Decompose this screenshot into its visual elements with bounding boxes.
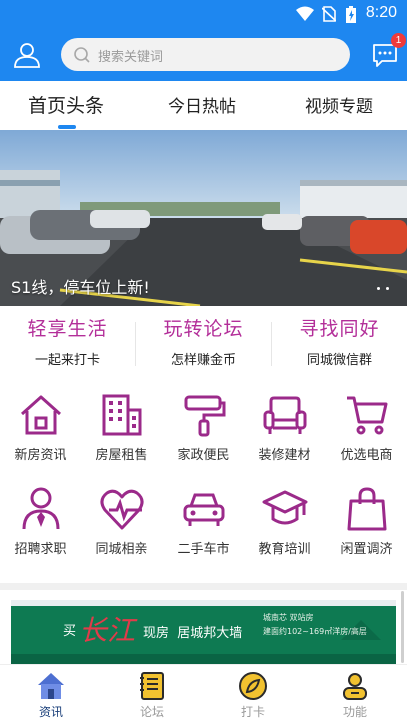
feature-subtitle: 一起来打卡 [34,353,100,368]
nav-news[interactable]: 资讯 [1,671,101,720]
search-icon [74,47,90,63]
grid-dating[interactable]: 同城相亲 [81,486,162,557]
home-icon [38,673,64,699]
grid-decoration[interactable]: 装修建材 [244,392,325,463]
grid-label: 同城相亲 [95,542,148,557]
ad-text-sub1: 城南芯 双站房 [263,613,314,622]
nav-forum[interactable]: 论坛 [102,671,202,720]
feature-subtitle: 怎样赚金币 [170,353,236,368]
feature-find-friends[interactable]: 寻找同好 同城微信群 [272,314,407,368]
grid-label: 新房资讯 [14,448,67,463]
battery-icon [346,6,356,23]
grid-housekeeping[interactable]: 家政便民 [163,392,244,463]
tab-bar: 首页头条 今日热帖 视频专题 [0,81,407,130]
house-icon [20,395,61,435]
grid-jobs[interactable]: 招聘求职 [0,486,81,557]
grid-label: 教育培训 [258,542,311,557]
ad-text-sub2: 建面约102~169㎡洋房/高层 [263,627,367,636]
grid-label: 招聘求职 [14,542,67,557]
nav-label: 资讯 [38,705,63,719]
feature-subtitle: 同城微信群 [306,353,372,368]
clock: 8:20 [365,4,397,21]
feature-title: 玩转论坛 [163,318,244,340]
status-bar: 8:20 [0,0,407,28]
building-icon [102,394,141,436]
wifi-icon [296,6,314,21]
feature-title: 轻享生活 [27,318,108,340]
bag-icon [347,487,386,531]
search-placeholder: 搜索关键词 [98,50,164,65]
feature-light-life[interactable]: 轻享生活 一起来打卡 [0,314,135,368]
tab-video-topics[interactable]: 视频专题 [305,92,373,117]
grid-label: 装修建材 [258,448,311,463]
feature-forum[interactable]: 玩转论坛 怎样赚金币 [136,314,271,368]
scrollbar[interactable] [401,591,404,663]
banner-carousel[interactable]: S1线，停车位上新! [0,130,407,306]
nav-label: 打卡 [240,705,265,719]
carousel-dots [371,275,389,294]
grid-ecommerce[interactable]: 优选电商 [326,392,407,463]
user-icon[interactable] [14,42,40,68]
grid-label: 优选电商 [340,448,393,463]
section-divider [0,583,407,590]
search-bar[interactable]: 搜索关键词 [61,38,350,71]
ad-text-buy: 买 [63,624,77,639]
feature-title: 寻找同好 [299,318,380,340]
grid-label: 房屋租售 [95,448,148,463]
ad-text-headline: 现房 居城邦大墙 [143,626,243,641]
paint-roller-icon [184,395,225,437]
message-badge: 1 [391,33,406,48]
nav-label: 论坛 [139,705,164,719]
person-icon [343,673,367,700]
nav-label: 功能 [342,705,367,719]
grid-education[interactable]: 教育培训 [244,486,325,557]
person-tie-icon [22,487,59,530]
grid-label: 闲置调济 [340,542,393,557]
heart-pulse-icon [100,489,143,530]
grid-second-hand[interactable]: 闲置调济 [326,486,407,557]
feature-row: 轻享生活 一起来打卡 玩转论坛 怎样赚金币 寻找同好 同城微信群 [0,314,407,380]
top-bar: 8:20 搜索关键词 1 [0,0,407,81]
nav-checkin[interactable]: 打卡 [203,671,303,720]
grid-rent-sale[interactable]: 房屋租售 [81,392,162,463]
no-sim-icon [322,6,336,22]
tab-hot-posts[interactable]: 今日热帖 [168,92,236,117]
ad-banner[interactable]: 买 长江 现房 居城邦大墙 城南芯 双站房 建面约102~169㎡洋房/高层 [11,600,396,664]
grid-new-house[interactable]: 新房资讯 [0,392,81,463]
bottom-nav: 资讯 论坛 打卡 功能 [0,664,407,723]
ad-text-brush: 长江 [79,614,136,647]
grid-label: 家政便民 [177,448,230,463]
tab-headlines[interactable]: 首页头条 [28,91,104,118]
sofa-icon [263,396,306,434]
graduation-cap-icon [262,490,307,525]
nav-functions[interactable]: 功能 [305,671,405,720]
grid-label: 二手车市 [177,542,230,557]
cart-icon [346,396,387,435]
banner-caption: S1线，停车位上新! [11,278,150,297]
notebook-icon [140,672,164,700]
compass-icon [239,672,267,700]
car-icon [183,493,224,526]
active-tab-indicator [58,125,76,129]
grid-used-cars[interactable]: 二手车市 [163,486,244,557]
